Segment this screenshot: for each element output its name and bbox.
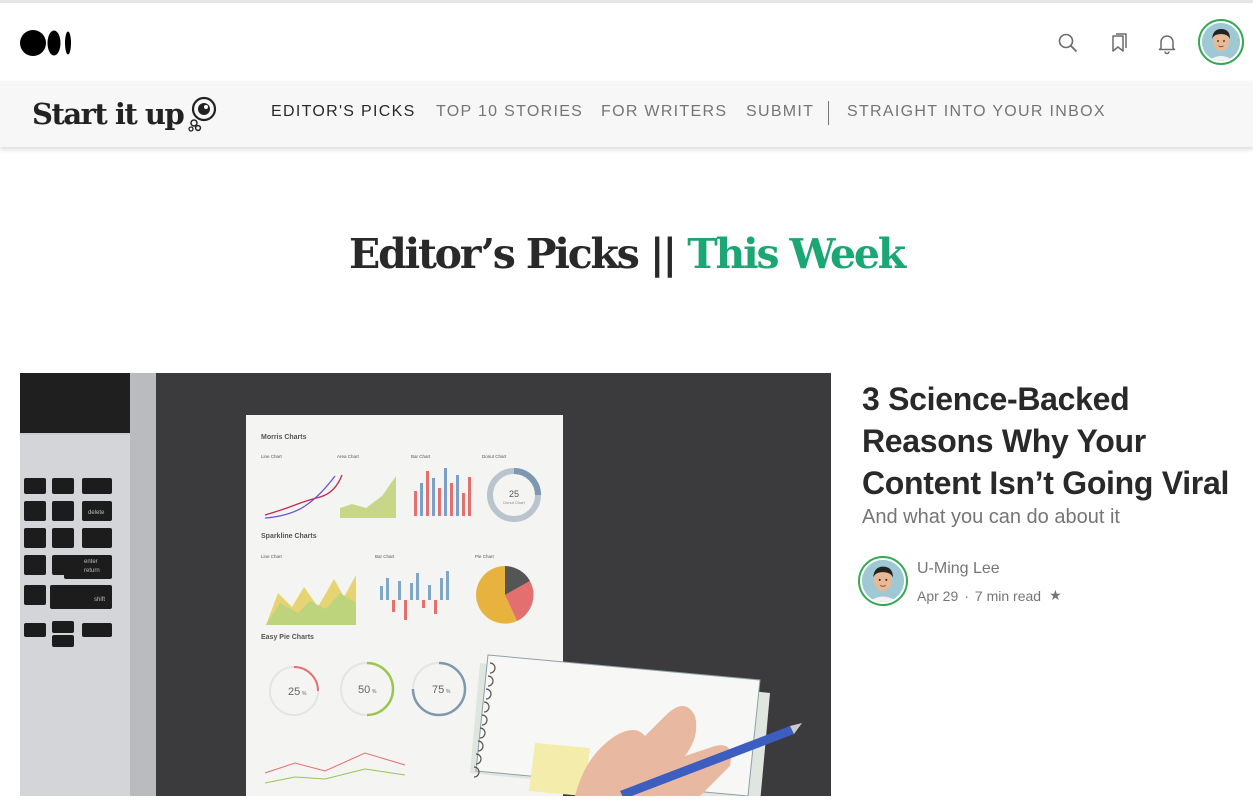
key-return: return [84, 568, 100, 574]
chart-label-2: Area Chart [337, 454, 360, 459]
nav-for-writers[interactable]: FOR WRITERS [601, 103, 727, 121]
article-meta: Apr 29 · 7 min read ★ [917, 587, 1062, 604]
pie-percent-25: % [302, 691, 307, 697]
medium-logo-icon[interactable] [20, 28, 74, 58]
avatar-image [1202, 23, 1240, 61]
chart-label-7: Pie Chart [475, 554, 495, 559]
article-title[interactable]: 3 Science-Backed Reasons Why Your Conten… [862, 378, 1252, 504]
section-title-main: Editor’s Picks || [349, 230, 688, 278]
chart-label-6: Bar Chart [375, 554, 395, 559]
bell-icon[interactable] [1155, 31, 1179, 55]
section-title: Editor’s Picks || This Week [0, 230, 1253, 278]
article-subtitle: And what you can do about it [862, 506, 1120, 528]
pie-value-50: 50 [358, 684, 370, 696]
pie-percent-50: % [372, 689, 377, 695]
chart-label-4: Donut Chart [482, 454, 507, 459]
author-avatar-image [862, 560, 904, 602]
chart-label-5: Line Chart [261, 554, 283, 559]
donut-caption: Donut Chart [503, 500, 525, 505]
chart-label-3: Bar Chart [411, 454, 431, 459]
author-avatar[interactable] [858, 556, 908, 606]
key-delete: delete [88, 510, 105, 516]
article-date: Apr 29 [917, 587, 959, 604]
read-time: 7 min read [974, 587, 1042, 604]
meta-separator: · [964, 587, 969, 604]
article-image[interactable]: delete enter return shift Morris Charts … [20, 373, 831, 796]
nav-divider [828, 101, 829, 125]
bookmarks-icon[interactable] [1107, 31, 1131, 55]
pie-value-25: 25 [288, 686, 300, 698]
publication-logo[interactable]: Start it up [32, 93, 219, 135]
section-title-accent: This Week [687, 230, 906, 278]
pie-value-75: 75 [432, 684, 444, 696]
nav-top-10-stories[interactable]: TOP 10 STORIES [436, 103, 583, 121]
laptop-illustration: delete enter return shift [20, 373, 156, 796]
nav-editors-picks[interactable]: EDITOR'S PICKS [271, 103, 416, 121]
key-shift: shift [94, 597, 105, 603]
search-icon[interactable] [1056, 31, 1080, 55]
nav-newsletter[interactable]: STRAIGHT INTO YOUR INBOX [847, 103, 1106, 121]
member-star-icon: ★ [1049, 587, 1062, 603]
author-name[interactable]: U-Ming Lee [917, 560, 1000, 578]
chart-label-1: Line Chart [261, 454, 283, 459]
rocket-icon [188, 96, 217, 132]
profile-avatar[interactable] [1198, 19, 1244, 65]
publication-name: Start it up [32, 97, 185, 131]
key-enter: enter [84, 559, 98, 565]
publication-nav: Start it up EDITOR'S PICKS TOP 10 STORIE… [0, 81, 1253, 147]
donut-value: 25 [509, 489, 519, 499]
pie-percent-75: % [446, 689, 451, 695]
sheet-title-sparkline: Sparkline Charts [261, 533, 317, 540]
sheet-title-easypie: Easy Pie Charts [261, 634, 314, 641]
nav-submit[interactable]: SUBMIT [746, 103, 814, 121]
sheet-title-morris: Morris Charts [261, 434, 307, 441]
top-bar [0, 3, 1253, 81]
